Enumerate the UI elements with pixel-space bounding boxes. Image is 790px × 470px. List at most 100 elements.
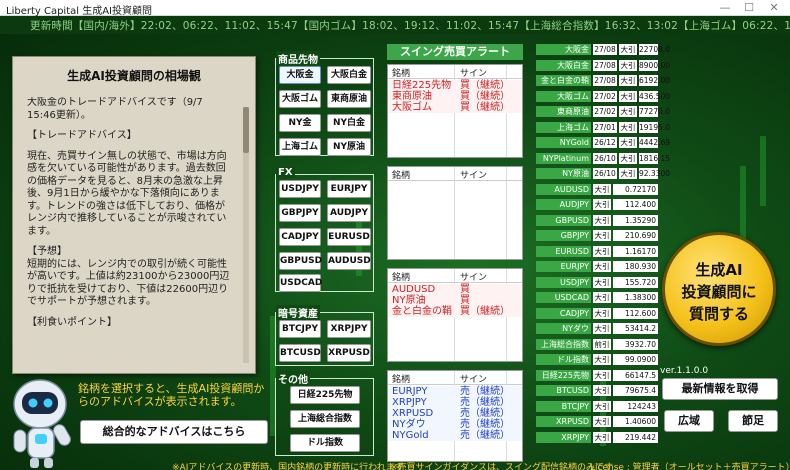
quote-row: XRPUSD 大引 1.40600: [536, 416, 658, 427]
quote-price: 1816.15: [639, 152, 671, 164]
alert-row[interactable]: 金と白金の鞘 買（継続）: [388, 306, 522, 317]
btn-eurusd[interactable]: EURUSD: [327, 228, 371, 246]
btn-ny-platinum[interactable]: NY白金: [327, 114, 371, 132]
quote-price: 1.35290: [613, 214, 658, 226]
alert-row[interactable]: NY原油 買: [388, 295, 522, 306]
quote-row: 日経225先物 大引 66147.5: [536, 369, 658, 381]
quote-contract-month: 26/10: [593, 168, 617, 179]
swing-alert-title: スイング売買アラート: [387, 44, 523, 60]
crypto-label: 暗号資産: [276, 305, 320, 320]
alert-sign: 売（継続）: [460, 408, 510, 419]
quote-symbol: 上海総合指数: [536, 338, 591, 350]
btn-usdcad[interactable]: USDCAD: [279, 274, 322, 292]
btn-xrpjpy[interactable]: XRPJPY: [327, 320, 371, 338]
update-time-ticker: 更新時間【国内/海外】22:02、06:22、11:02、15:47【国内ゴム】…: [0, 16, 790, 34]
quote-row: 大阪ゴム 27/02 大引 436.500: [536, 90, 670, 102]
btn-audusd[interactable]: AUDUSD: [327, 252, 371, 270]
btn-gbpusd[interactable]: GBPUSD: [279, 252, 322, 270]
btn-nikkei225[interactable]: 日経225先物: [290, 386, 360, 404]
col-sign-header: サイン: [460, 171, 488, 181]
quote-price: 210.690: [613, 230, 658, 241]
fetch-latest-button[interactable]: 最新情報を取得: [662, 378, 778, 400]
footer-note-left: ※AIアドバイスの更新時、国内銘柄の更新時に行われます: [172, 463, 404, 470]
cta-line-2: 投資顧問に: [681, 283, 757, 301]
window-title: Liberty Capital 生成AI投資顧問: [6, 6, 153, 17]
btn-gbpjpy[interactable]: GBPJPY: [279, 204, 321, 222]
alert-sign: 買: [460, 284, 470, 295]
quote-row: 大阪金 27/08 大引 22708.0: [536, 44, 670, 55]
quote-session: 大引: [593, 400, 611, 412]
btn-shanghai-rubber[interactable]: 上海ゴム: [279, 138, 321, 156]
btn-tocom-oil[interactable]: 東商原油: [327, 90, 371, 108]
version-label: ver.1.1.0.0: [660, 366, 709, 376]
alert-row[interactable]: XRPUSD 売（継続）: [388, 408, 522, 419]
alert-header: 銘柄 サイン: [388, 167, 522, 181]
alert-row[interactable]: NYダウ 売（継続）: [388, 419, 522, 430]
btn-usdjpy[interactable]: USDJPY: [279, 180, 321, 198]
col-name-header: 銘柄: [392, 69, 411, 79]
btn-audjpy[interactable]: AUDJPY: [327, 204, 371, 222]
alert-row[interactable]: 大阪ゴム 買（継続）: [388, 102, 522, 113]
alert-sign: 売（継続）: [460, 397, 510, 408]
advice-scrollbar[interactable]: [243, 107, 249, 363]
quote-row: BTCJPY 大引 124243: [536, 400, 658, 412]
quote-price: 79675.4: [613, 385, 658, 396]
quote-session: 大引: [593, 385, 611, 396]
footer-notes: ※AIアドバイスの更新時、国内銘柄の更新時に行われます ※売買サインガイダンスは…: [0, 460, 790, 470]
quote-price: 77270.0: [639, 106, 671, 117]
alert-row[interactable]: 日経225先物 買（継続）: [388, 80, 522, 91]
candle-foot-button[interactable]: 節足: [728, 410, 778, 432]
quote-session: 大引: [593, 323, 611, 334]
alert-row[interactable]: 東商原油 買（継続）: [388, 91, 522, 102]
alert-symbol: AUDUSD: [392, 284, 436, 295]
btn-shanghai-index[interactable]: 上海総合指数: [290, 410, 360, 428]
btn-eurjpy[interactable]: EURJPY: [327, 180, 371, 198]
other-label: その他: [276, 371, 310, 386]
advice-paragraph: 【利食いポイント】: [27, 316, 117, 328]
quote-session: 大引: [593, 416, 611, 427]
quote-session: 大引: [593, 261, 611, 272]
alert-row[interactable]: NYGold 売（継続）: [388, 430, 522, 441]
quote-price: 4442.69: [639, 137, 671, 148]
scrollbar-thumb[interactable]: [243, 107, 249, 153]
quote-symbol: 大阪ゴム: [536, 90, 591, 102]
alert-sign: 売（継続）: [460, 430, 510, 441]
quote-symbol: 大阪白金: [536, 59, 591, 71]
footer-note-mid: ※売買サインガイダンスは、スイング配信銘柄のみです: [390, 463, 614, 470]
alert-sign: 売（継続）: [460, 419, 510, 430]
alert-row[interactable]: XRPJPY 売（継続）: [388, 397, 522, 408]
advice-paragraph: 大阪金のトレードアドバイスです（9/7 15:46更新）。: [27, 97, 203, 121]
quote-contract-month: 27/01: [593, 121, 617, 133]
alert-header: 銘柄 サイン: [388, 65, 522, 79]
quote-price: 53414.2: [613, 323, 658, 334]
overall-advice-button[interactable]: 総合的なアドバイスはこちら: [80, 420, 268, 444]
minimize-button[interactable]: —: [716, 1, 734, 14]
btn-osaka-platinum[interactable]: 大阪白金: [327, 66, 371, 84]
quote-price: 112.400: [613, 199, 658, 210]
btn-btcusd[interactable]: BTCUSD: [279, 344, 321, 362]
quote-row: USDJPY 大引 155.720: [536, 276, 658, 288]
wide-area-button[interactable]: 広域: [664, 410, 714, 432]
advice-panel: 生成AI投資顧問の相場観 大阪金のトレードアドバイスです（9/7 15:46更新…: [12, 56, 256, 374]
btn-cadjpy[interactable]: CADJPY: [279, 228, 321, 246]
alert-row[interactable]: AUDUSD 買: [388, 284, 522, 295]
btn-btcjpy[interactable]: BTCJPY: [279, 320, 321, 338]
btn-xrpusd[interactable]: XRPUSD: [327, 344, 371, 362]
btn-dollar-index[interactable]: ドル指数: [290, 434, 360, 452]
col-name-header: 銘柄: [392, 171, 411, 181]
btn-osaka-gold[interactable]: 大阪金: [279, 66, 321, 84]
quote-row: BTCUSD 大引 79675.4: [536, 385, 658, 396]
quote-symbol: NYGold: [536, 137, 591, 148]
ask-ai-advisor-button[interactable]: 生成AI 投資顧問に 質問する: [662, 232, 776, 346]
btn-osaka-rubber[interactable]: 大阪ゴム: [279, 90, 321, 108]
quote-price: 92.3300: [639, 168, 671, 179]
btn-ny-oil[interactable]: NY原油: [327, 138, 371, 156]
close-button[interactable]: ✕: [765, 1, 783, 14]
quote-symbol: EURJPY: [536, 261, 591, 272]
swing-alert-box-buy: 銘柄 サイン 日経225先物 買（継続） 東商原油 買（継続） 大阪ゴム 買（継続）: [387, 64, 523, 158]
maximize-button[interactable]: ☐: [740, 1, 758, 14]
alert-row[interactable]: EURJPY 売（継続）: [388, 386, 522, 397]
btn-ny-gold[interactable]: NY金: [279, 114, 321, 132]
quote-symbol: 日経225先物: [536, 369, 591, 381]
quote-row: GBPUSD 大引 1.35290: [536, 214, 658, 226]
